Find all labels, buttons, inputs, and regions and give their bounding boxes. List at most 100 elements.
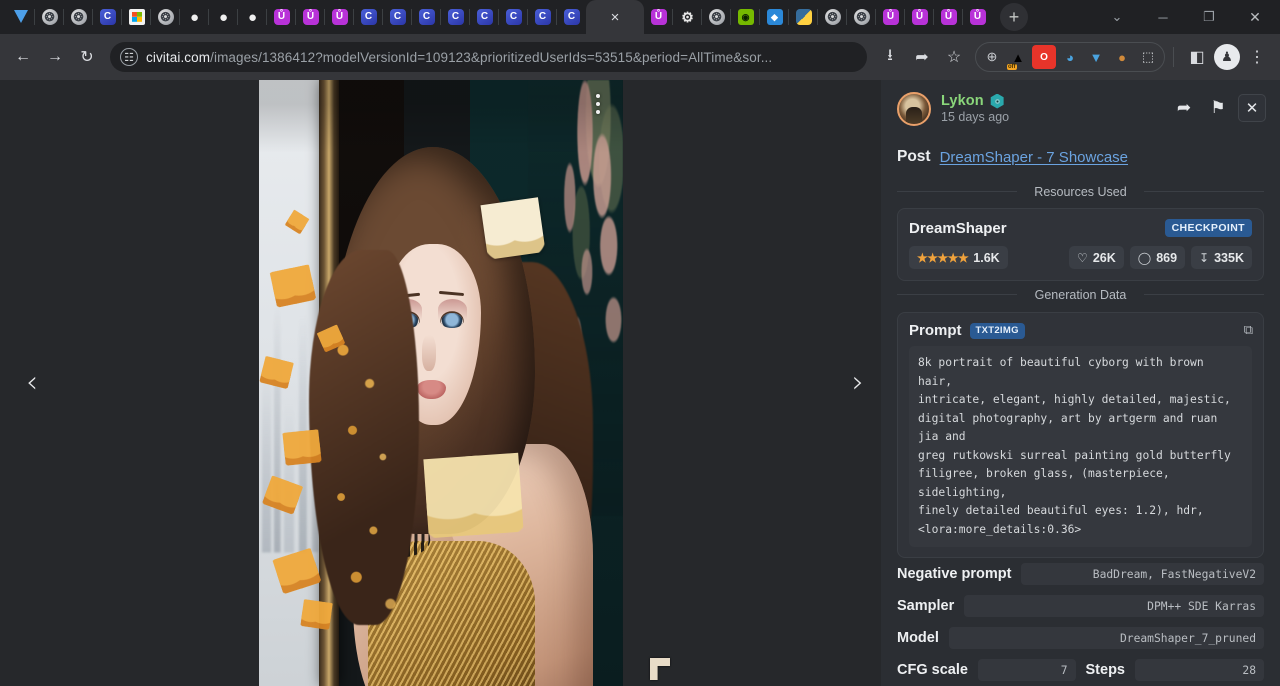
comments-pill[interactable]: ◯ 869 [1130,246,1185,269]
tab-search-icon[interactable]: ⌄ [1094,0,1140,34]
new-tab-button[interactable]: + [1000,3,1028,31]
store-tab[interactable] [122,0,151,34]
civitai-tab-4[interactable] [412,0,441,34]
python-tab[interactable] [789,0,818,34]
field-model: Model DreamShaper_7_pruned [881,622,1280,654]
post-label: Post [897,148,931,166]
back-button[interactable]: ← [8,42,38,72]
share-icon[interactable]: ➦ [907,42,937,72]
profile-avatar[interactable]: ♟ [1214,44,1240,70]
field-label: Negative prompt [897,566,1011,582]
image-detail-sidebar: Lykon 15 days ago ➦ ⚑ ✕ Post DreamShaper… [881,80,1280,686]
globe-tab-3[interactable] [151,0,180,34]
diamond-tab[interactable] [760,0,789,34]
civitai-tab-2[interactable] [354,0,383,34]
puzzle-extension-icon[interactable]: ⬚ [1136,45,1160,69]
nvidia-tab[interactable] [731,0,760,34]
field-label: Sampler [897,598,954,614]
browser-toolbar: ← → ↻ ☷ civitai.com/images/1386412?model… [0,34,1280,80]
settings-tab[interactable] [673,0,702,34]
globe-extension-icon[interactable]: ⊕ [980,45,1004,69]
u-tab-1[interactable] [267,0,296,34]
close-icon[interactable]: ✕ [1238,94,1266,122]
civitai-tab-3[interactable] [383,0,412,34]
artwork-image[interactable] [259,80,623,686]
civitai-tab-5[interactable] [441,0,470,34]
downloads-count: 335K [1214,251,1244,265]
rating-pill[interactable]: ★★★★★ 1.6K [909,246,1008,269]
browser-menu-icon[interactable]: ⋮ [1242,42,1272,72]
forward-button[interactable]: → [40,42,70,72]
u-tab-3[interactable] [325,0,354,34]
url-text: civitai.com/images/1386412?modelVersionI… [146,50,772,65]
minimize-button[interactable]: ─ [1140,0,1186,34]
side-panel-icon[interactable]: ◧ [1182,42,1212,72]
globe-icon [825,9,841,25]
likes-pill[interactable]: ♡ 26K [1069,246,1124,269]
resource-card-top: DreamShaper CHECKPOINT [909,219,1252,237]
civitai-tab-6[interactable] [470,0,499,34]
verified-hex-badge-icon [990,94,1005,109]
close-window-button[interactable]: ✕ [1232,0,1278,34]
civitai-tab-9[interactable] [557,0,586,34]
post-time-ago: 15 days ago [941,110,1160,124]
u-tab-4[interactable] [644,0,673,34]
txt2img-badge: TXT2IMG [970,323,1025,339]
opera-extension-icon[interactable]: O [1032,45,1056,69]
site-settings-icon[interactable]: ☷ [120,48,138,66]
u-tab-5[interactable] [876,0,905,34]
civitai-icon [535,9,551,25]
user-info: Lykon 15 days ago [941,92,1160,124]
adblock-extension-icon[interactable]: ▲ [1006,45,1030,69]
report-flag-icon[interactable]: ⚑ [1204,94,1232,122]
u-tab-2[interactable] [296,0,325,34]
globe-icon [42,9,58,25]
github-tab-1[interactable] [180,0,209,34]
reload-button[interactable]: ↻ [72,42,102,72]
github-tab-3[interactable] [238,0,267,34]
downloads-pill[interactable]: ↧ 335K [1191,246,1252,269]
u-tab-7[interactable] [934,0,963,34]
u-tab-6[interactable] [905,0,934,34]
u-tab-8[interactable] [963,0,992,34]
active-tab[interactable]: × [586,0,644,34]
previous-image-button[interactable]: ‹ [10,361,54,405]
civitai-tab-8[interactable] [528,0,557,34]
python-icon [796,9,812,25]
install-app-icon[interactable]: ⭳ [875,42,905,72]
close-tab-icon[interactable]: × [611,10,620,25]
username[interactable]: Lykon [941,93,984,109]
civitai-tab-1[interactable] [93,0,122,34]
extensions-group: ⊕ ▲ O ◕ ▼ ● ⬚ [975,42,1165,72]
resource-card[interactable]: DreamShaper CHECKPOINT ★★★★★ 1.6K ♡ 26K [897,208,1264,281]
github-tab-2[interactable] [209,0,238,34]
address-bar[interactable]: ☷ civitai.com/images/1386412?modelVersio… [110,42,867,72]
share-icon[interactable]: ➦ [1170,94,1198,122]
bookmark-star-icon[interactable]: ☆ [939,42,969,72]
resource-name[interactable]: DreamShaper [909,220,1007,237]
firefox-extension-icon[interactable]: ◕ [1058,45,1082,69]
maximize-button[interactable]: ❐ [1186,0,1232,34]
copy-icon[interactable]: ⧉ [1244,322,1253,338]
gem-extension-icon[interactable]: ▼ [1084,45,1108,69]
user-avatar[interactable] [897,92,931,126]
cookie-extension-icon[interactable]: ● [1110,45,1134,69]
civitai-icon [100,9,116,25]
prompt-header: Prompt TXT2IMG [909,322,1252,339]
field-value: DreamShaper_7_pruned [949,627,1264,649]
download-icon: ↧ [1199,251,1209,265]
globe-tab-6[interactable] [847,0,876,34]
next-image-button[interactable]: › [836,361,880,405]
image-options-menu[interactable] [587,90,609,118]
globe-tab-2[interactable] [64,0,93,34]
sidebar-header: Lykon 15 days ago ➦ ⚑ ✕ [881,80,1280,136]
civitai-icon [361,9,377,25]
post-link[interactable]: DreamShaper - 7 Showcase [940,149,1128,166]
browser-window: × + ⌄ ─ ❐ ✕ ← → ↻ ☷ [0,0,1280,686]
page-content: ‹ › Lykon 15 days ago ➦ ⚑ ✕ [0,80,1280,686]
globe-tab-4[interactable] [702,0,731,34]
civitai-tab-7[interactable] [499,0,528,34]
globe-tab-5[interactable] [818,0,847,34]
gem-tab[interactable] [6,0,35,34]
globe-tab-1[interactable] [35,0,64,34]
